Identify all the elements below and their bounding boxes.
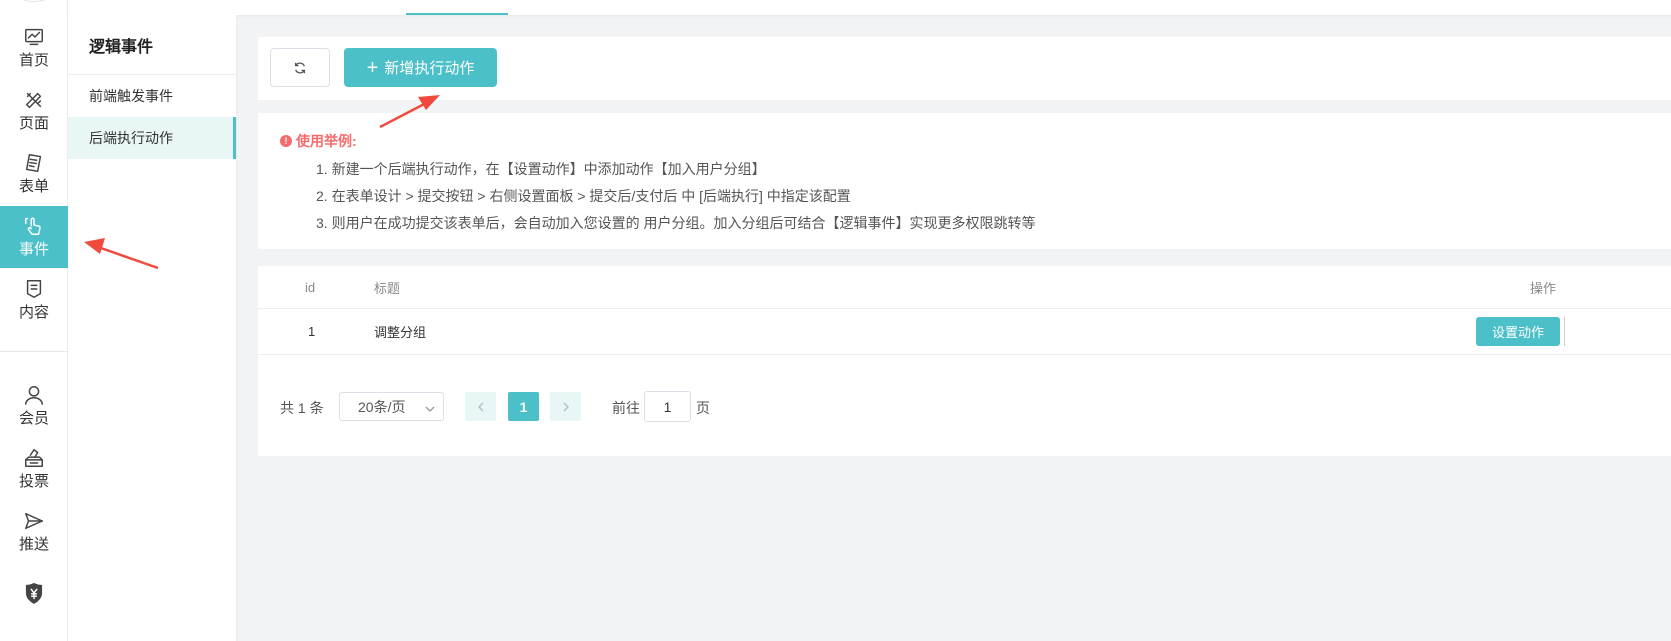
table-cell-id: 1	[308, 324, 316, 339]
page-size-value: 20条/页	[358, 398, 406, 415]
nav-item-content[interactable]: 内容	[0, 269, 68, 331]
column-header-id: id	[305, 279, 316, 295]
nav-item-label: 表单	[18, 178, 49, 195]
plus-icon: +	[366, 56, 379, 79]
sub-sidebar-item-frontend-events[interactable]: 前端触发事件	[68, 75, 236, 117]
actions-table: id 标题 操作 1 调整分组 设置动作 共 1 条 20条/页 1 前往 页	[258, 266, 1671, 456]
toolbar-panel: + 新增执行动作	[258, 37, 1671, 100]
vote-box-icon	[25, 449, 43, 467]
info-icon: !	[280, 135, 292, 147]
event-hand-icon	[25, 217, 41, 235]
nav-item-push[interactable]: 推送	[0, 501, 68, 563]
add-action-button[interactable]: + 新增执行动作	[344, 48, 497, 87]
nav-item-label: 投票	[18, 473, 49, 490]
chevron-left-icon	[477, 401, 484, 412]
active-tab-indicator	[406, 13, 508, 15]
goto-unit-label: 页	[696, 400, 710, 416]
column-header-actions: 操作	[1530, 280, 1557, 296]
main-nav: 首页 页面 表单 事件 内容 会员 投票 推送	[0, 0, 68, 641]
top-bar	[68, 0, 1671, 15]
pagination-total: 共 1 条	[280, 400, 324, 416]
user-icon	[25, 386, 43, 405]
table-row-divider	[258, 354, 1671, 355]
nav-item-label: 内容	[18, 304, 49, 321]
page-number-current[interactable]: 1	[508, 392, 539, 421]
nav-item-members[interactable]: 会员	[0, 375, 68, 437]
add-action-label: 新增执行动作	[384, 60, 475, 77]
goto-label: 前往	[612, 400, 640, 416]
nav-item-home[interactable]: 首页	[0, 17, 68, 79]
nav-item-vote[interactable]: 投票	[0, 438, 68, 500]
tips-line: 2. 在表单设计 > 提交按钮 > 右侧设置面板 > 提交后/支付后 中 [后端…	[316, 188, 851, 204]
refresh-button[interactable]	[270, 48, 330, 87]
tips-line: 1. 新建一个后端执行动作，在【设置动作】中添加动作【加入用户分组】	[316, 161, 766, 177]
nav-item-label: 会员	[18, 410, 49, 427]
sub-sidebar: 逻辑事件 前端触发事件 后端执行动作	[68, 15, 237, 641]
dashboard-icon	[25, 28, 43, 46]
nav-item-pages[interactable]: 页面	[0, 80, 68, 142]
form-icon	[25, 154, 42, 172]
nav-item-finance[interactable]	[0, 564, 68, 626]
nav-item-label: 首页	[18, 52, 49, 69]
chevron-right-icon	[562, 401, 569, 412]
pencil-ruler-icon	[25, 92, 42, 109]
nav-item-label: 页面	[18, 115, 49, 132]
more-actions-button[interactable]	[1564, 317, 1574, 346]
page-size-select[interactable]: 20条/页	[339, 392, 444, 421]
next-page-button[interactable]	[550, 392, 581, 421]
prev-page-button[interactable]	[465, 392, 496, 421]
sub-sidebar-item-backend-actions[interactable]: 后端执行动作	[68, 117, 236, 159]
usage-tips-panel: ! 使用举例: 1. 新建一个后端执行动作，在【设置动作】中添加动作【加入用户分…	[258, 113, 1671, 249]
send-icon	[25, 512, 43, 530]
refresh-icon	[294, 62, 306, 73]
nav-item-label: 事件	[18, 241, 49, 258]
tips-line: 3. 则用户在成功提交该表单后，会自动加入您设置的 用户分组。加入分组后可结合【…	[316, 215, 1036, 231]
nav-item-forms[interactable]: 表单	[0, 143, 68, 205]
content-icon	[26, 280, 42, 298]
table-header-divider	[258, 308, 1671, 309]
tips-title: ! 使用举例:	[280, 131, 357, 151]
logo-stub	[14, 0, 54, 2]
nav-divider	[0, 351, 68, 352]
sub-sidebar-title: 逻辑事件	[68, 15, 236, 75]
chevron-down-icon	[425, 401, 435, 412]
tips-title-text: 使用举例:	[296, 133, 357, 149]
nav-item-events[interactable]: 事件	[0, 206, 68, 268]
nav-item-label: 推送	[18, 536, 49, 553]
goto-page-input[interactable]	[644, 391, 691, 422]
column-header-title: 标题	[374, 280, 401, 296]
table-cell-title: 调整分组	[374, 325, 427, 340]
set-action-button[interactable]: 设置动作	[1476, 317, 1560, 346]
yen-icon	[25, 583, 43, 604]
